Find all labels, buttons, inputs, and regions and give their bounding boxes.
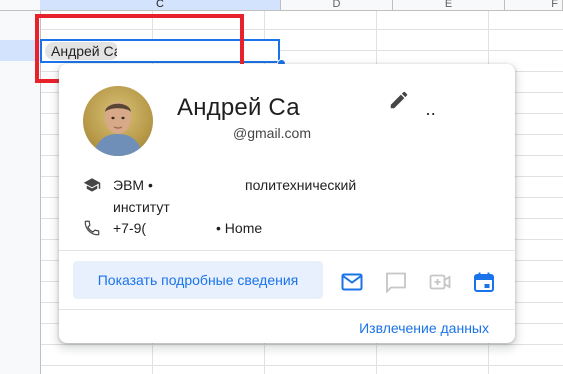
phone-number[interactable]: +7-9( [113, 220, 146, 236]
calendar-icon [474, 272, 494, 292]
edit-icon [390, 91, 408, 109]
email-icon [341, 273, 363, 291]
selected-row-header[interactable] [0, 40, 40, 61]
avatar[interactable] [83, 86, 153, 156]
extract-data-link[interactable]: Извлечение данных [359, 320, 489, 336]
organization-row: ЭВМ • политехнический [83, 176, 463, 196]
school-icon [83, 178, 101, 192]
divider [59, 250, 515, 251]
calendar-button[interactable] [470, 268, 498, 296]
column-header-d[interactable]: D [281, 0, 393, 10]
column-headers: C D E F [0, 0, 563, 11]
contact-name-text: Андрей Са [177, 94, 300, 121]
chat-button[interactable] [382, 268, 410, 296]
video-call-icon [429, 274, 451, 290]
video-call-button[interactable] [426, 268, 454, 296]
divider-footer [59, 309, 515, 310]
contact-name-ellipsis: .. [425, 99, 436, 119]
column-header-f[interactable]: F [505, 0, 563, 10]
phone-icon [84, 220, 100, 236]
phone-row: +7-9( • Home [83, 219, 383, 239]
organization-text-2: политехнический [245, 177, 357, 193]
person-hover-card: Андрей Са .. @gmail.com ЭВМ • политехнич… [59, 64, 515, 343]
edit-contact-button[interactable] [385, 86, 413, 114]
column-header-c[interactable]: C [40, 0, 281, 10]
show-details-button[interactable]: Показать подробные сведения [73, 261, 323, 299]
phone-type: • Home [216, 220, 263, 236]
column-header-e[interactable]: E [393, 0, 505, 10]
chat-icon [386, 272, 406, 294]
contact-email[interactable]: @gmail.com [233, 125, 311, 141]
organization-text-line2: институт [113, 199, 170, 215]
organization-text: ЭВМ • [113, 177, 153, 193]
send-email-button[interactable] [338, 268, 366, 296]
